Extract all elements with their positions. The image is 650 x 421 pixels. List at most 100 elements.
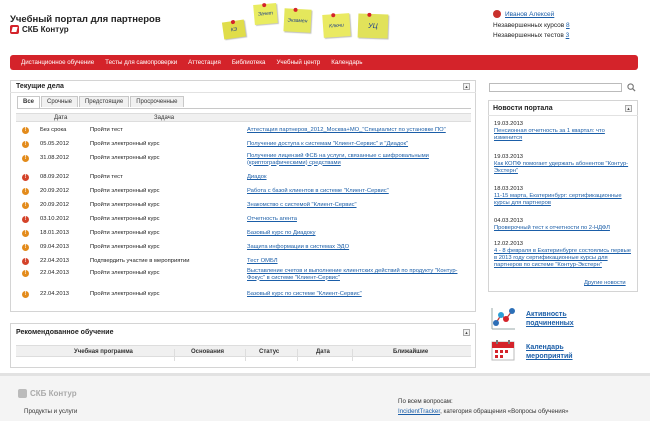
nav-calendar[interactable]: Календарь (331, 59, 362, 66)
column-divider (245, 349, 246, 361)
row-subject-link[interactable]: Базовый курс по Диадоку (247, 230, 469, 237)
collapse-icon[interactable]: ▲ (463, 83, 470, 90)
row-task: Пройти тест (90, 127, 123, 133)
table-row: ! 05.05.2012 Пройти электронный курс Получе… (16, 139, 471, 152)
collapse-icon[interactable]: ▲ (463, 329, 470, 336)
logo[interactable]: СКБ Контур (10, 25, 69, 34)
table-row: ! 31.08.2012 Пройти электронный курс Получе… (16, 153, 471, 166)
row-date: 20.09.2012 (40, 202, 70, 208)
news-link[interactable]: 11-15 марта, Екатеринбург: сертификацион… (494, 193, 634, 207)
footer-support: IncidentTracker, категория обращения «Во… (398, 408, 568, 415)
unfinished-tests-count[interactable]: 3 (566, 32, 570, 39)
sticky-board: КЭ Зачет Экзамен Ключи УЦ (221, 0, 418, 50)
col-nearest: Ближайшие (393, 349, 429, 355)
nav-attestation[interactable]: Аттестация (188, 59, 221, 66)
news-link[interactable]: Как КОПФ помогает удержать абонентов "Ко… (494, 161, 634, 175)
nav-training-center[interactable]: Учебный центр (277, 59, 321, 66)
collapse-icon[interactable]: ▲ (625, 105, 632, 112)
nav-distance-learning[interactable]: Дистанционное обучение (21, 59, 94, 66)
calendar-icon[interactable] (491, 339, 515, 361)
row-date: 22.04.2013 (40, 291, 70, 297)
footer-logo[interactable]: СКБ Контур (18, 389, 77, 398)
footer-logo-text: СКБ Контур (30, 389, 77, 398)
row-subject-link[interactable]: Отчетность агента (247, 216, 469, 223)
col-reason: Основания (191, 349, 225, 355)
sticky-label: Ключи (328, 21, 345, 30)
col-date: Дата (316, 349, 330, 355)
warning-icon: ! (22, 270, 29, 277)
user-panel: Иванов Алексей Незавершенных курсов 8 Не… (493, 10, 648, 42)
sticky-note: Экзамен (283, 7, 312, 33)
row-date: 09.04.2013 (40, 244, 70, 250)
tab-overdue[interactable]: Просроченные (130, 96, 184, 107)
row-subject-link[interactable]: Получение доступа к системам "Клиент-Сер… (247, 141, 469, 148)
row-subject-link[interactable]: Аттестация партнеров_2012_Москва+МО_"Спе… (247, 127, 469, 134)
unfinished-courses-label: Незавершенных курсов (493, 21, 565, 29)
tab-upcoming[interactable]: Предстоящие (78, 96, 130, 107)
news-link[interactable]: Проверочный тест к отчетности по 2-НДФЛ (494, 225, 634, 232)
activity-chart-icon[interactable] (490, 306, 517, 331)
row-subject-link[interactable]: Выставление счетов и выполнение клиентск… (247, 268, 469, 281)
news-date: 19.03.2013 (494, 154, 524, 160)
row-task: Пройти тест (90, 174, 123, 180)
warning-icon: ! (22, 230, 29, 237)
column-divider (352, 349, 353, 361)
news-date: 12.02.2013 (494, 241, 524, 247)
row-task: Пройти электронный курс (90, 291, 160, 297)
row-date: 22.04.2013 (40, 270, 70, 276)
sticky-note: КЭ (221, 19, 247, 40)
row-subject-link[interactable]: Тест ОМБЛ (247, 258, 469, 265)
news-link[interactable]: Пенсионная отчетность за 1 квартал: что … (494, 128, 634, 142)
row-date: 20.09.2012 (40, 188, 70, 194)
news-date: 19.03.2013 (494, 121, 524, 127)
task-tabs: Все Срочные Предстоящие Просроченные (17, 96, 184, 108)
search-input[interactable] (489, 83, 622, 92)
other-news-link[interactable]: Другие новости (584, 280, 626, 286)
nav-library[interactable]: Библиотека (232, 59, 266, 66)
row-date: 08.09.2012 (40, 174, 70, 180)
table-row: ! 03.10.2012 Пройти электронный курс Отчетн… (16, 214, 471, 227)
row-subject-link[interactable]: Защита информации в системах ЭДО (247, 244, 469, 251)
row-task: Пройти электронный курс (90, 216, 160, 222)
row-subject-link[interactable]: Получение лицензий ФСБ на услуги, связан… (247, 153, 469, 166)
logo-text: СКБ Контур (22, 25, 69, 34)
row-task: Пройти электронный курс (90, 244, 160, 250)
row-subject-link[interactable]: Знакомство с системой "Клиент-Сервис" (247, 202, 469, 209)
incident-tracker-link[interactable]: IncidentTracker (398, 408, 440, 415)
row-task: Пройти электронный курс (90, 155, 160, 161)
row-date: 31.08.2012 (40, 155, 70, 161)
table-row: ! Без срока Пройти тест Аттестация партнеро… (16, 125, 471, 138)
row-task: Пройти электронный курс (90, 202, 160, 208)
row-subject-link[interactable]: Работа с базой клиентов в системе "Клиен… (247, 188, 469, 195)
sticky-label: Экзамен (287, 16, 308, 25)
news-item: 19.03.2013 Как КОПФ помогает удержать аб… (494, 154, 634, 175)
row-date: 18.01.2013 (40, 230, 70, 236)
row-subject-link[interactable]: Диадок (247, 174, 469, 181)
alert-icon: ! (22, 174, 29, 181)
recommended-table-header: Учебная программа Основания Статус Дата … (16, 345, 471, 361)
footer-products-link[interactable]: Продукты и услуги (24, 408, 77, 415)
pin-icon (262, 2, 267, 8)
row-date: 03.10.2012 (40, 216, 70, 222)
nav-self-tests[interactable]: Тесты для самопроверки (105, 59, 177, 66)
table-row: ! 18.01.2013 Пройти электронный курс Базовы… (16, 228, 471, 241)
logo-icon (18, 389, 27, 398)
news-date: 18.03.2013 (494, 186, 524, 192)
alert-icon: ! (22, 258, 29, 265)
search-icon[interactable] (627, 83, 636, 92)
tab-all[interactable]: Все (17, 96, 41, 108)
user-name-link[interactable]: Иванов Алексей (505, 11, 554, 18)
tab-urgent[interactable]: Срочные (41, 96, 78, 107)
table-row: ! 09.04.2013 Пройти электронный курс Защита… (16, 242, 471, 255)
unfinished-courses-count[interactable]: 8 (566, 22, 570, 29)
footer-questions: По всем вопросам: (398, 398, 453, 405)
row-subject-link[interactable]: Базовый курс по системе "Клиент-Сервис" (247, 291, 469, 298)
news-link[interactable]: 4 - 8 февраля в Екатеринбурге состоялись… (494, 248, 634, 269)
table-row: ! 22.04.2013 Пройти электронный курс Базовы… (16, 289, 471, 302)
sticky-label: УЦ (368, 22, 378, 30)
tabs-underline (17, 108, 471, 109)
row-date: 05.05.2012 (40, 141, 70, 147)
activity-link[interactable]: Активность подчиненных (526, 310, 606, 328)
calendar-link[interactable]: Календарь мероприятий (526, 343, 606, 361)
sticky-label: КЭ (230, 26, 238, 33)
